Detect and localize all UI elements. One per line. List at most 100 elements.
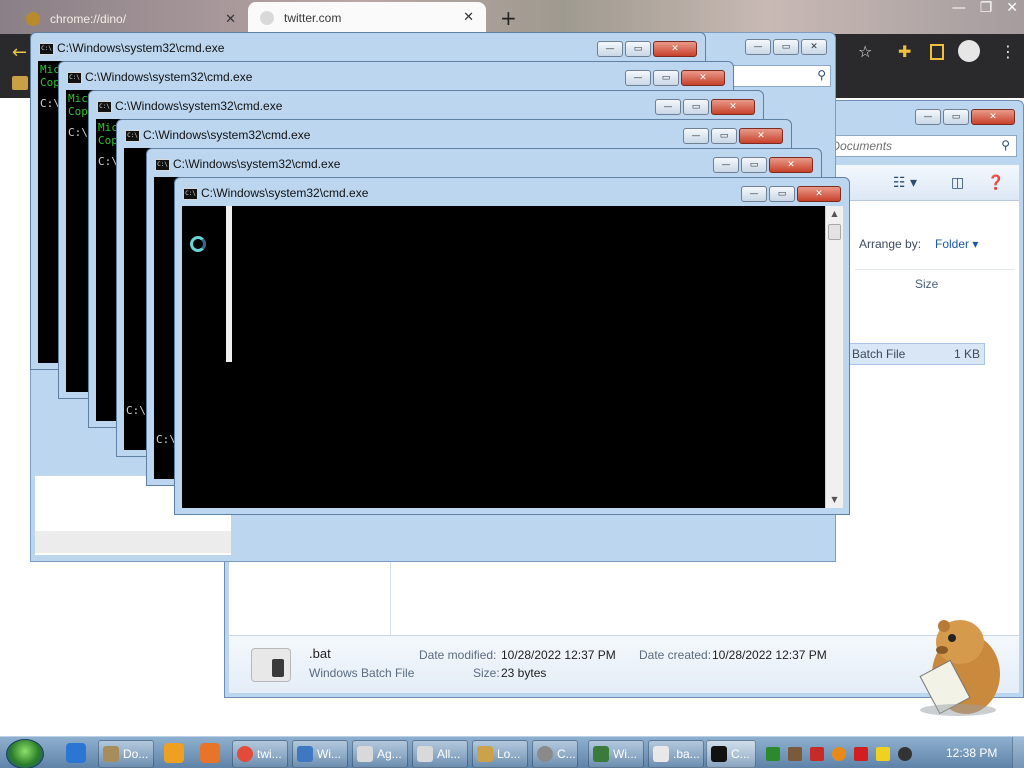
back-icon[interactable]: ← (12, 42, 27, 63)
minimize-button[interactable]: — (683, 128, 709, 144)
tray-app-icon[interactable] (766, 747, 780, 761)
twitter-favicon-icon (260, 11, 274, 25)
console-output[interactable] (182, 206, 825, 508)
close-button[interactable]: ✕ (739, 128, 783, 144)
taskbar-item-active[interactable]: C... (706, 740, 756, 768)
profile-avatar-icon[interactable] (958, 40, 980, 62)
search-icon[interactable]: ⚲ (1001, 138, 1010, 152)
internet-explorer-icon[interactable] (66, 743, 86, 763)
start-button[interactable] (6, 739, 44, 768)
taskbar-item[interactable]: Ag... (352, 740, 408, 768)
taskbar-item-label: C... (557, 747, 576, 761)
minimize-button[interactable]: — (597, 41, 623, 57)
window-title: C:\Windows\system32\cmd.exe (85, 70, 253, 84)
window-icon (593, 746, 609, 762)
date-modified-label: Date modified: (419, 648, 497, 662)
maximize-button[interactable]: ▭ (625, 41, 651, 57)
date-modified-value: 10/28/2022 12:37 PM (501, 648, 616, 662)
maximize-button[interactable]: ▭ (683, 99, 709, 115)
close-icon[interactable]: ✕ (1006, 0, 1018, 16)
tray-search-icon[interactable] (832, 747, 846, 761)
taskbar-item[interactable]: twi... (232, 740, 288, 768)
maximize-button[interactable]: ▭ (943, 109, 969, 125)
clock[interactable]: 12:38 PM (946, 746, 997, 760)
media-player-icon[interactable] (164, 743, 184, 763)
cmd-app-icon: C:\ (183, 188, 198, 200)
window-controls: — ▭ ✕ (713, 157, 813, 173)
cmd-window-active[interactable]: C:\ C:\Windows\system32\cmd.exe — ▭ ✕ ▲ … (174, 177, 850, 515)
console-prompt: C:\ (98, 155, 118, 168)
minimize-button[interactable]: — (713, 157, 739, 173)
console-prompt: C:\ (40, 97, 60, 110)
tab-label: twitter.com (284, 11, 342, 25)
scroll-up-icon[interactable]: ▲ (826, 206, 843, 222)
scroll-thumb[interactable] (828, 224, 841, 240)
app-icon (537, 746, 553, 762)
arrange-by-dropdown[interactable]: Folder ▾ (935, 237, 978, 251)
vertical-scrollbar[interactable]: ▲ ▼ (825, 206, 843, 508)
paint-icon[interactable] (200, 743, 220, 763)
maximize-button[interactable]: ▭ (773, 39, 799, 55)
minimize-button[interactable]: — (625, 70, 651, 86)
details-pane: .bat Windows Batch File Date modified: 1… (229, 635, 1019, 693)
extensions-icon[interactable]: ✚ (898, 42, 911, 61)
taskbar-item[interactable]: All... (412, 740, 468, 768)
browser-menu-icon[interactable]: ⋮ (1000, 42, 1016, 61)
hamster-gadget-icon (919, 620, 1000, 716)
size-column-header[interactable]: Size (915, 277, 938, 291)
taskbar-item[interactable]: .ba... (648, 740, 704, 768)
browser-tab-twitter[interactable]: twitter.com ✕ (248, 2, 486, 34)
taskbar: Do... twi... Wi... Ag... All... Lo... C.… (0, 736, 1024, 768)
scroll-down-icon[interactable]: ▼ (826, 492, 843, 508)
restore-icon[interactable]: ❐ (980, 0, 993, 16)
file-list-row[interactable]: Batch File 1 KB (849, 343, 985, 365)
maximize-button[interactable]: ▭ (741, 157, 767, 173)
console-inner-frame (226, 206, 696, 362)
close-button[interactable]: ✕ (971, 109, 1015, 125)
minimize-button[interactable]: — (655, 99, 681, 115)
close-button[interactable]: ✕ (653, 41, 697, 57)
taskbar-item[interactable]: Wi... (588, 740, 644, 768)
size-value: 23 bytes (501, 666, 547, 680)
close-button[interactable]: ✕ (681, 70, 725, 86)
taskbar-item[interactable]: Lo... (472, 740, 528, 768)
app-icon (477, 746, 493, 762)
tray-app-icon[interactable] (788, 747, 802, 761)
minimize-button[interactable]: — (741, 186, 767, 202)
maximize-button[interactable]: ▭ (769, 186, 795, 202)
bookmark-star-icon[interactable]: ☆ (858, 42, 872, 61)
close-tab-icon[interactable]: ✕ (463, 9, 474, 25)
show-desktop-button[interactable] (1012, 737, 1024, 768)
tray-flag-icon[interactable] (854, 747, 868, 761)
console-prompt: C:\ (156, 433, 176, 446)
close-tab-icon[interactable]: ✕ (225, 11, 236, 27)
minimize-button[interactable]: — (745, 39, 771, 55)
maximize-button[interactable]: ▭ (653, 70, 679, 86)
taskbar-item[interactable]: Wi... (292, 740, 348, 768)
close-button[interactable]: ✕ (711, 99, 755, 115)
help-icon[interactable]: ❓ (987, 175, 1004, 191)
tray-volume-icon[interactable] (898, 747, 912, 761)
close-button[interactable]: ✕ (769, 157, 813, 173)
tray-app-icon[interactable] (876, 747, 890, 761)
taskbar-item[interactable]: Do... (98, 740, 154, 768)
taskbar-item-label: All... (437, 747, 461, 761)
preview-pane-icon[interactable]: ◫ (951, 175, 964, 191)
side-panel-icon[interactable] (930, 44, 944, 60)
search-icon[interactable]: ⚲ (817, 68, 826, 82)
maximize-button[interactable]: ▭ (711, 128, 737, 144)
new-tab-button[interactable]: + (500, 6, 517, 30)
taskbar-item[interactable]: C... (532, 740, 578, 768)
window-controls: — ▭ ✕ (741, 186, 841, 202)
minimize-icon[interactable]: — (952, 0, 966, 16)
close-button[interactable]: ✕ (797, 186, 841, 202)
browser-tab-dino[interactable]: chrome://dino/ ✕ (14, 4, 248, 34)
cmd-app-icon: C:\ (39, 43, 54, 55)
taskbar-item-label: Wi... (613, 747, 637, 761)
tray-app-icon[interactable] (810, 747, 824, 761)
minimize-button[interactable]: — (915, 109, 941, 125)
bookmark-folder-icon[interactable] (12, 76, 28, 90)
view-options-icon[interactable]: ☷ ▾ (893, 175, 917, 191)
size-label: Size: (473, 666, 500, 680)
close-button[interactable]: ✕ (801, 39, 827, 55)
